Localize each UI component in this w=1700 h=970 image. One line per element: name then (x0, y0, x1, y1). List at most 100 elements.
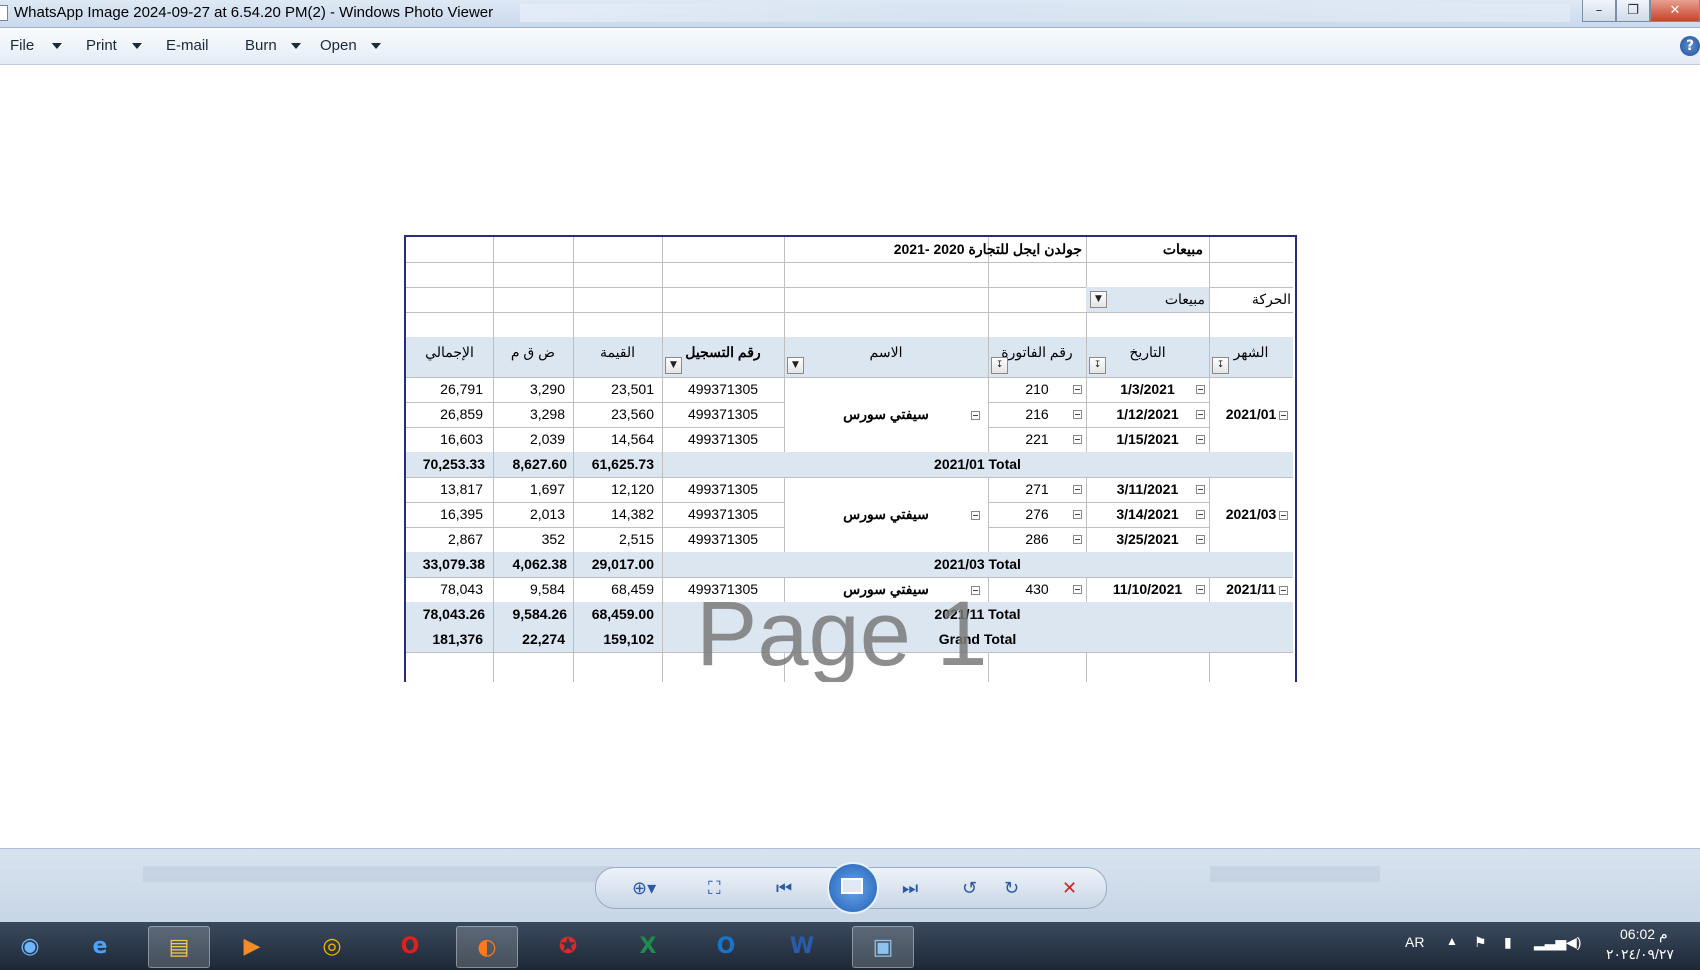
vat-cell: 2,039 (529, 431, 565, 447)
subtotal-total: 70,253.33 (422, 456, 485, 472)
filter-dropdown-icon: ▼ (665, 357, 682, 374)
filter-dropdown-icon: ▼ (787, 357, 804, 374)
window-title: WhatsApp Image 2024-09-27 at 6.54.20 PM(… (14, 4, 494, 21)
actual-size-icon[interactable]: ⛶ (708, 878, 721, 899)
internet-explorer-icon[interactable]: e (70, 926, 130, 966)
date-cell: 11/10/2021 (1112, 581, 1183, 597)
photo-viewer-app-icon (0, 5, 8, 21)
menu-open[interactable]: Open (320, 37, 357, 54)
rotate-ccw-icon[interactable]: ↺ (962, 878, 977, 899)
invoice-cell: 221 (1025, 431, 1049, 447)
outlook-icon[interactable]: O (696, 926, 756, 966)
invoice-cell: 430 (1025, 581, 1049, 597)
previous-icon[interactable]: ⏮ (776, 878, 792, 899)
page-watermark: Page 1 (696, 583, 988, 682)
minimize-button[interactable]: – (1582, 0, 1616, 22)
excel-icon[interactable]: X (618, 926, 678, 966)
window-controls: – ❐ ✕ (1582, 0, 1700, 24)
collapse-icon (1073, 435, 1082, 444)
date-cell: 1/15/2021 (1116, 431, 1179, 447)
tray-overflow-icon[interactable]: ▲ (1446, 934, 1458, 948)
slideshow-icon[interactable] (827, 862, 879, 914)
filter-dropdown-icon: ↧ (991, 357, 1008, 374)
collapse-icon (1073, 385, 1082, 394)
vat-cell: 3,298 (529, 406, 565, 422)
help-icon[interactable]: ? (1680, 36, 1700, 56)
media-player-icon[interactable]: ▶ (222, 926, 282, 966)
value-cell: 68,459 (611, 581, 654, 597)
action-center-icon[interactable]: ⚑ (1474, 934, 1487, 951)
clock-time[interactable]: 06:02 م (1620, 926, 1668, 943)
value-cell: 12,120 (611, 481, 654, 497)
opera-icon[interactable]: O (380, 926, 440, 966)
filter-dropdown-icon: ▼ (1090, 291, 1107, 308)
subtotal-value: 68,459.00 (591, 606, 654, 622)
vat-cell: 3,290 (529, 381, 565, 397)
blurred-author-info (1210, 866, 1380, 882)
subtotal-value: 29,017.00 (591, 556, 654, 572)
blurred-file-info (143, 866, 613, 882)
vat-cell: 1,697 (529, 481, 565, 497)
value-cell: 14,382 (611, 506, 654, 522)
file-explorer-icon[interactable]: ▤ (148, 926, 210, 968)
total-cell: 26,859 (440, 406, 483, 422)
maximize-button[interactable]: ❐ (1616, 0, 1650, 22)
chrome-icon[interactable]: ◎ (302, 926, 362, 966)
menu-bar: File Print E-mail Burn Open ? (0, 28, 1700, 65)
print-dropdown-icon[interactable] (132, 43, 142, 49)
reg-cell: 499371305 (687, 431, 759, 447)
pivot-table-image: مبيعات جولدن ايجل للتجارة 2020 -2021 الحرك… (404, 235, 1297, 682)
zoom-icon[interactable]: ⊕▾ (632, 878, 656, 899)
reg-cell: 499371305 (687, 481, 759, 497)
header-value: القيمة (599, 344, 636, 360)
total-cell: 16,603 (440, 431, 483, 447)
collapse-icon (1196, 410, 1205, 419)
value-cell: 14,564 (611, 431, 654, 447)
burn-dropdown-icon[interactable] (291, 43, 301, 49)
language-indicator[interactable]: AR (1405, 934, 1424, 950)
start-orb-icon[interactable]: ◉ (0, 926, 60, 966)
grand-total-vat: 22,274 (522, 631, 565, 647)
network-icon[interactable]: ▂▃▅ (1534, 934, 1566, 951)
subtotal-total: 33,079.38 (422, 556, 485, 572)
subtotal-vat: 9,584.26 (512, 606, 568, 622)
file-dropdown-icon[interactable] (52, 43, 62, 49)
clock-date[interactable]: ٢٠٢٤/٠٩/٢٧ (1606, 946, 1674, 963)
rotate-cw-icon[interactable]: ↻ (1004, 878, 1019, 899)
value-cell: 23,501 (611, 381, 654, 397)
reg-cell: 499371305 (687, 406, 759, 422)
collapse-icon (1279, 585, 1288, 595)
total-cell: 26,791 (440, 381, 483, 397)
total-cell: 78,043 (440, 581, 483, 597)
menu-print[interactable]: Print (86, 37, 117, 54)
subtotal-label: 2021/03 Total (934, 556, 1021, 572)
open-dropdown-icon[interactable] (371, 43, 381, 49)
menu-burn[interactable]: Burn (245, 37, 277, 54)
collapse-icon (971, 510, 980, 520)
invoice-cell: 286 (1025, 531, 1049, 547)
date-cell: 1/12/2021 (1116, 406, 1179, 422)
photo-viewer-taskbar-icon[interactable]: ▣ (852, 926, 914, 968)
menu-file[interactable]: File (10, 37, 34, 54)
close-button[interactable]: ✕ (1650, 0, 1700, 22)
word-icon[interactable]: W (772, 926, 832, 966)
red-app-icon[interactable]: ✪ (538, 926, 598, 966)
company-name: جولدن ايجل للتجارة 2020 -2021 (893, 241, 1082, 257)
volume-icon[interactable]: ◀) (1566, 934, 1581, 951)
date-cell: 1/3/2021 (1120, 381, 1175, 397)
delete-icon[interactable]: ✕ (1062, 878, 1077, 899)
value-cell: 23,560 (611, 406, 654, 422)
subtotal-vat: 4,062.38 (512, 556, 568, 572)
subtotal-vat: 8,627.60 (512, 456, 568, 472)
collapse-icon (1196, 435, 1205, 444)
next-icon[interactable]: ⏭ (902, 878, 918, 899)
power-icon[interactable]: ▮ (1504, 934, 1512, 951)
menu-email[interactable]: E-mail (166, 37, 209, 54)
filter-dropdown-icon: ↧ (1212, 357, 1229, 374)
filter-dropdown-icon: ↧ (1089, 357, 1106, 374)
collapse-icon (1279, 510, 1288, 520)
total-cell: 2,867 (447, 531, 483, 547)
subtotal-value: 61,625.73 (591, 456, 654, 472)
firefox-icon[interactable]: ◐ (456, 926, 518, 968)
reg-cell: 499371305 (687, 531, 759, 547)
